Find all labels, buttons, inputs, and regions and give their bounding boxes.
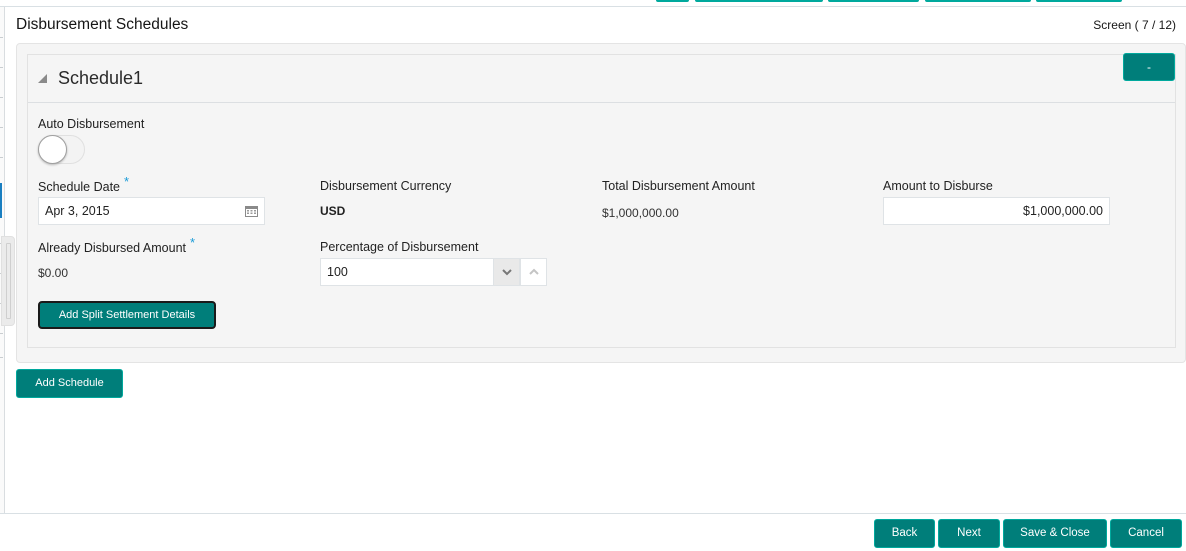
disbursement-currency-value: USD	[320, 204, 346, 218]
add-split-settlement-details-button[interactable]: Add Split Settlement Details	[38, 301, 216, 329]
chevron-up-icon	[528, 268, 539, 275]
already-disbursed-amount-label-text: Already Disbursed Amount	[38, 241, 186, 255]
increment-button[interactable]	[520, 258, 547, 286]
amount-to-disburse-input[interactable]: $1,000,000.00	[883, 197, 1110, 225]
schedule-date-label-text: Schedule Date	[38, 180, 121, 194]
screen-counter: Screen ( 7 / 12)	[1093, 18, 1176, 32]
remove-schedule-button[interactable]: -	[1123, 53, 1175, 81]
toolbar-button-5[interactable]	[1036, 0, 1122, 2]
rail-divider	[0, 357, 3, 358]
total-disbursement-amount-label: Total Disbursement Amount	[602, 179, 755, 193]
handle-grip-icon	[6, 243, 11, 319]
footer-bar: Back Next Save & Close Cancel	[0, 513, 1186, 551]
auto-disbursement-toggle[interactable]	[38, 135, 85, 164]
cancel-button[interactable]: Cancel	[1110, 519, 1182, 548]
rail-expand-handle[interactable]	[1, 236, 15, 326]
next-button[interactable]: Next	[938, 519, 1000, 548]
required-mark: *	[190, 235, 196, 250]
schedule-date-value: Apr 3, 2015	[45, 204, 110, 218]
percentage-value: 100	[327, 265, 348, 279]
rail-active-indicator[interactable]	[0, 183, 2, 218]
rail-divider	[0, 97, 3, 98]
page-title: Disbursement Schedules	[16, 16, 189, 33]
percentage-of-disbursement-label: Percentage of Disbursement	[320, 240, 479, 254]
amount-to-disburse-label: Amount to Disburse	[883, 179, 993, 193]
schedule-title: Schedule1	[58, 68, 144, 88]
toggle-knob	[38, 135, 67, 164]
schedule-date-label: Schedule Date *	[38, 174, 129, 194]
rail-divider	[0, 157, 3, 158]
rail-divider	[0, 67, 3, 68]
save-close-button[interactable]: Save & Close	[1003, 519, 1107, 548]
auto-disbursement-label: Auto Disbursement	[38, 117, 145, 131]
chevron-down-icon	[501, 269, 512, 276]
rail-divider	[0, 333, 3, 334]
toolbar-button-3[interactable]	[828, 0, 919, 2]
schedules-panel: Schedule1 - Auto Disbursement Schedule D…	[16, 43, 1186, 363]
rail-divider	[0, 37, 3, 38]
back-button[interactable]: Back	[874, 519, 935, 548]
disbursement-currency-label: Disbursement Currency	[320, 179, 452, 193]
required-mark: *	[124, 174, 130, 189]
percentage-of-disbursement-input[interactable]: 100	[320, 258, 547, 286]
toolbar-button-1[interactable]	[656, 0, 689, 2]
add-schedule-button[interactable]: Add Schedule	[16, 369, 123, 398]
collapse-triangle-icon[interactable]	[38, 74, 47, 83]
already-disbursed-amount-label: Already Disbursed Amount *	[38, 235, 195, 255]
decrement-button[interactable]	[493, 258, 520, 286]
rail-divider	[0, 127, 3, 128]
schedule-date-input[interactable]: Apr 3, 2015	[38, 197, 265, 225]
schedule-header[interactable]: Schedule1 -	[28, 53, 1175, 103]
schedule-card: Schedule1 - Auto Disbursement Schedule D…	[27, 53, 1176, 348]
toolbar-button-2[interactable]	[695, 0, 823, 2]
already-disbursed-amount-value: $0.00	[38, 266, 69, 280]
calendar-icon[interactable]	[245, 205, 258, 217]
total-disbursement-amount-value: $1,000,000.00	[602, 206, 679, 220]
toolbar-button-4[interactable]	[925, 0, 1031, 2]
top-toolbar-strip	[0, 0, 1186, 7]
